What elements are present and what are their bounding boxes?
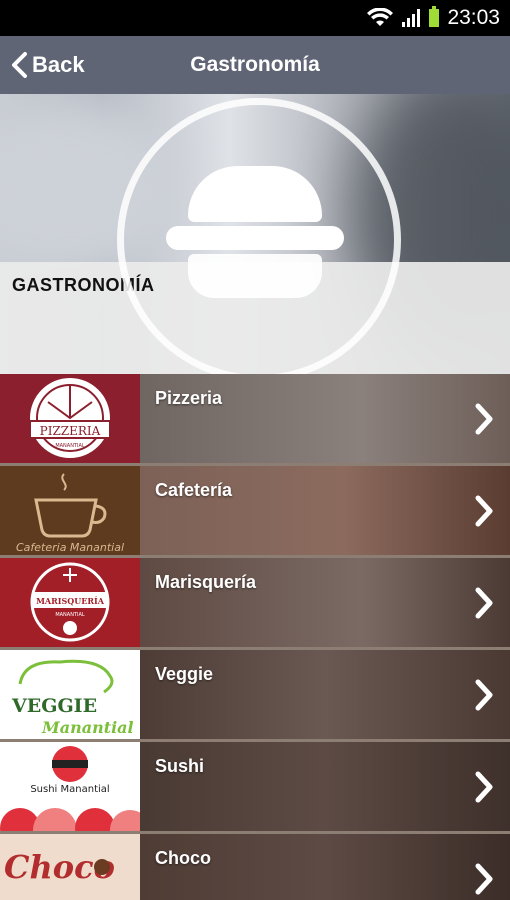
status-time: 23:03 bbox=[447, 6, 500, 29]
list-item-label: Veggie bbox=[155, 664, 214, 684]
burger-icon-patty bbox=[166, 226, 344, 250]
list-item-cafeteria[interactable]: Cafeteria Manantial Cafetería bbox=[0, 466, 510, 558]
status-icons: 23:03 bbox=[367, 0, 500, 36]
cafeteria-logo: Cafeteria Manantial bbox=[0, 466, 140, 555]
chevron-right-icon bbox=[475, 495, 493, 527]
chevron-right-icon bbox=[475, 771, 493, 803]
list-item-label: Choco bbox=[155, 848, 211, 868]
list-item-marisqueria[interactable]: MARISQUERÍA MANANTIAL Marisquería bbox=[0, 558, 510, 650]
category-list: PIZZERIA MANANTIAL Pizzeria Cafeteria Ma… bbox=[0, 374, 510, 900]
list-item-veggie[interactable]: VEGGIE Manantial Veggie bbox=[0, 650, 510, 742]
svg-text:VEGGIE: VEGGIE bbox=[11, 695, 97, 717]
back-button[interactable]: Back bbox=[10, 36, 85, 94]
list-item-choco[interactable]: Choco Choco bbox=[0, 834, 510, 900]
chevron-right-icon bbox=[475, 863, 493, 895]
burger-icon-bottom-bun bbox=[188, 254, 322, 298]
back-label: Back bbox=[32, 52, 85, 77]
battery-icon bbox=[429, 6, 440, 27]
svg-text:PIZZERIA: PIZZERIA bbox=[40, 424, 101, 438]
list-item-label: Pizzeria bbox=[155, 388, 223, 408]
chevron-right-icon bbox=[475, 403, 493, 435]
status-bar: 23:03 bbox=[0, 0, 510, 36]
marisqueria-logo: MARISQUERÍA MANANTIAL bbox=[0, 558, 140, 647]
list-item-sushi[interactable]: Sushi Manantial Sushi bbox=[0, 742, 510, 834]
choco-logo: Choco bbox=[0, 834, 140, 900]
sushi-logo: Sushi Manantial bbox=[0, 742, 140, 831]
wifi-icon bbox=[367, 8, 394, 26]
category-header: GASTRONOMÍA bbox=[0, 94, 510, 374]
svg-text:Sushi Manantial: Sushi Manantial bbox=[30, 784, 109, 795]
svg-text:Cafeteria Manantial: Cafeteria Manantial bbox=[16, 541, 124, 554]
chevron-right-icon bbox=[475, 587, 493, 619]
chevron-left-icon bbox=[12, 52, 27, 78]
svg-text:MANANTIAL: MANANTIAL bbox=[55, 443, 85, 449]
signal-icon bbox=[402, 9, 421, 27]
veggie-logo: VEGGIE Manantial bbox=[0, 650, 140, 739]
list-item-label: Cafetería bbox=[155, 480, 233, 500]
nav-bar: Back Gastronomía bbox=[0, 36, 510, 94]
svg-text:MANANTIAL: MANANTIAL bbox=[55, 612, 85, 618]
chevron-right-icon bbox=[475, 679, 493, 711]
svg-text:Manantial: Manantial bbox=[41, 718, 134, 737]
list-item-pizzeria[interactable]: PIZZERIA MANANTIAL Pizzeria bbox=[0, 374, 510, 466]
pizzeria-logo: PIZZERIA MANANTIAL bbox=[0, 374, 140, 463]
svg-text:MARISQUERÍA: MARISQUERÍA bbox=[36, 596, 105, 606]
list-item-label: Sushi bbox=[155, 756, 205, 776]
list-item-label: Marisquería bbox=[155, 572, 257, 592]
